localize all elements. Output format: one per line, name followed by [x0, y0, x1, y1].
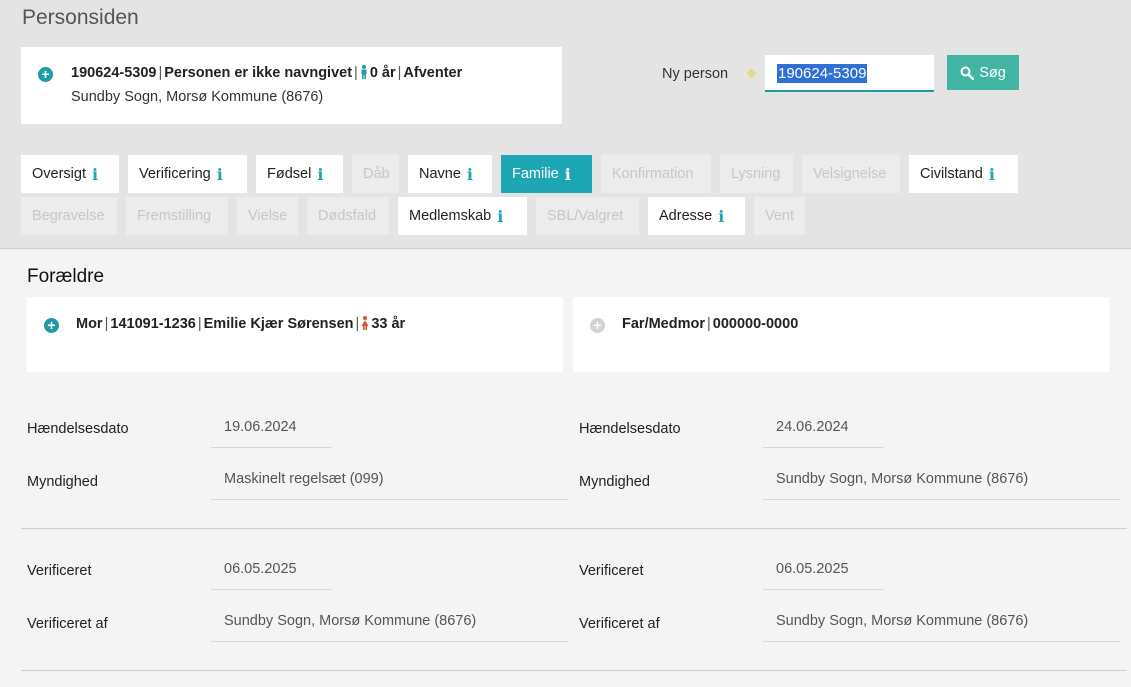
- verified-by-value: Sundby Sogn, Morsø Kommune (8676): [763, 603, 1120, 642]
- tab-fodsel[interactable]: Fødsel i: [256, 155, 343, 193]
- mother-age: 33 år: [371, 316, 406, 332]
- new-person-label: Ny person: [662, 66, 729, 82]
- parents-section-title: Forældre: [27, 266, 105, 287]
- tab-navne[interactable]: Navne i: [408, 155, 492, 193]
- tab-konfirmation: Konfirmation: [601, 155, 711, 193]
- father-card: + Far/Medmor | 000000-0000: [573, 297, 1109, 372]
- event-date-label: Hændelsesdato: [27, 421, 129, 437]
- required-diamond-icon: [746, 68, 757, 79]
- person-card: + 190624-5309 | Personen er ikke navngivet…: [21, 47, 562, 124]
- authority-value: Sundby Sogn, Morsø Kommune (8676): [763, 461, 1120, 500]
- tab-familie[interactable]: Familie i: [501, 155, 592, 193]
- mother-cpr: 141091-1236: [110, 316, 196, 332]
- verified-value: 06.05.2025: [763, 551, 884, 590]
- father-summary: Far/Medmor | 000000-0000: [622, 316, 799, 332]
- mother-role: Mor: [76, 316, 103, 332]
- authority-value: Maskinelt regelsæt (099): [211, 461, 568, 500]
- page-title: Personsiden: [22, 6, 139, 29]
- tab-vent: Vent: [754, 197, 805, 235]
- verified-value: 06.05.2025: [211, 551, 332, 590]
- info-icon: i: [317, 164, 324, 184]
- verified-by-label: Verificeret af: [579, 616, 660, 632]
- info-icon: i: [718, 206, 725, 226]
- magnifier-icon: [960, 66, 975, 80]
- search-button-label: Søg: [979, 64, 1006, 81]
- section-divider: [21, 670, 1127, 671]
- cpr-search-selected-text: 190624-5309: [777, 64, 868, 83]
- tab-civilstand[interactable]: Civilstand i: [909, 155, 1018, 193]
- info-icon: i: [497, 206, 504, 226]
- female-person-icon: [361, 316, 369, 330]
- event-date-value: 19.06.2024: [211, 409, 332, 448]
- expand-plus-icon[interactable]: +: [44, 318, 59, 333]
- verified-label: Verificeret: [27, 563, 92, 579]
- male-person-icon: [361, 65, 367, 79]
- section-divider: [21, 528, 1127, 529]
- tab-verificering[interactable]: Verificering i: [128, 155, 247, 193]
- search-button[interactable]: Søg: [947, 55, 1019, 90]
- tab-oversigt[interactable]: Oversigt i: [21, 155, 119, 193]
- tab-adresse[interactable]: Adresse i: [648, 197, 745, 235]
- person-name: Personen er ikke navngivet: [164, 65, 353, 81]
- mother-card: + Mor | 141091-1236 | Emilie Kjær Sørensen | 3…: [27, 297, 563, 372]
- person-location: Sundby Sogn, Morsø Kommune (8676): [71, 89, 324, 105]
- mother-name: Emilie Kjær Sørensen: [203, 316, 354, 332]
- info-icon: i: [564, 164, 571, 184]
- info-icon: i: [216, 164, 223, 184]
- tab-begravelse: Begravelse: [21, 197, 117, 235]
- expand-plus-icon: +: [590, 318, 605, 333]
- verified-label: Verificeret: [579, 563, 644, 579]
- father-cpr: 000000-0000: [712, 316, 799, 332]
- person-status: Afventer: [403, 65, 463, 81]
- event-date-value: 24.06.2024: [763, 409, 884, 448]
- expand-plus-icon[interactable]: +: [38, 67, 53, 82]
- person-summary: 190624-5309 | Personen er ikke navngivet | 0…: [71, 65, 463, 81]
- mother-summary: Mor | 141091-1236 | Emilie Kjær Sørensen | 33 …: [76, 316, 406, 332]
- tab-fremstilling: Fremstilling: [126, 197, 228, 235]
- person-cpr: 190624-5309: [71, 65, 157, 81]
- verified-by-label: Verificeret af: [27, 616, 108, 632]
- authority-label: Myndighed: [27, 474, 98, 490]
- info-icon: i: [988, 164, 995, 184]
- info-icon: i: [466, 164, 473, 184]
- person-age: 0 år: [369, 65, 396, 81]
- tab-dodsfald: Dødsfald: [307, 197, 389, 235]
- tab-lysning: Lysning: [720, 155, 793, 193]
- authority-label: Myndighed: [579, 474, 650, 490]
- event-date-label: Hændelsesdato: [579, 421, 681, 437]
- tab-vielse: Vielse: [237, 197, 298, 235]
- page-header: Personsiden + 190624-5309 | Personen er ik…: [0, 0, 1131, 249]
- tab-daab: Dåb: [352, 155, 399, 193]
- tab-sbl-valgret: SBL/Valgret: [536, 197, 639, 235]
- tab-medlemskab[interactable]: Medlemskab i: [398, 197, 527, 235]
- verified-by-value: Sundby Sogn, Morsø Kommune (8676): [211, 603, 568, 642]
- tab-velsignelse: Velsignelse: [802, 155, 900, 193]
- info-icon: i: [92, 164, 99, 184]
- father-role: Far/Medmor: [622, 316, 705, 332]
